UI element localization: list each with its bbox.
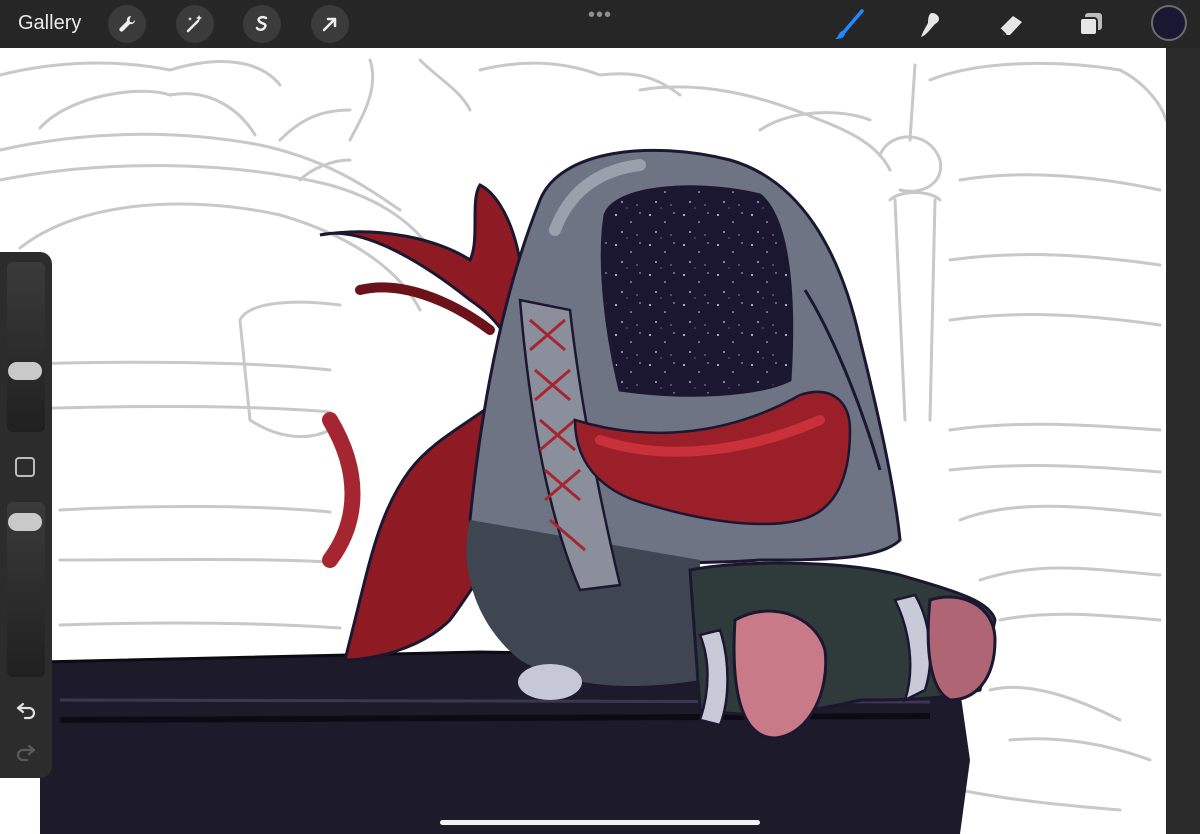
- layers-icon: [1079, 13, 1102, 36]
- eraser-icon: [999, 16, 1022, 36]
- opacity-slider[interactable]: [7, 502, 45, 677]
- transform-button[interactable]: [311, 5, 349, 43]
- opacity-thumb[interactable]: [8, 513, 42, 532]
- eraser-tool-button[interactable]: [994, 8, 1028, 42]
- modify-button[interactable]: [15, 457, 35, 477]
- actions-button[interactable]: [108, 5, 146, 43]
- drawing-canvas[interactable]: [0, 48, 1166, 834]
- selection-icon: [255, 15, 268, 31]
- hooded-figure: [466, 148, 997, 740]
- undo-button[interactable]: [12, 696, 40, 724]
- redo-icon: [16, 744, 36, 762]
- wrench-icon: [119, 15, 136, 32]
- selection-button[interactable]: [243, 5, 281, 43]
- home-indicator[interactable]: [440, 820, 760, 825]
- canvas-edge: [1166, 48, 1200, 834]
- undo-icon: [16, 702, 36, 720]
- color-picker-button[interactable]: [1151, 5, 1187, 41]
- brush-tool-button[interactable]: [832, 8, 866, 42]
- top-toolbar: Gallery •••: [0, 0, 1200, 48]
- transform-arrow-icon: [322, 17, 337, 32]
- artwork: [0, 58, 1166, 834]
- more-options-dots[interactable]: •••: [588, 4, 612, 27]
- adjustments-button[interactable]: [176, 5, 214, 43]
- gallery-button[interactable]: Gallery: [18, 12, 81, 35]
- redo-button[interactable]: [12, 738, 40, 766]
- magic-wand-icon: [186, 15, 202, 33]
- brush-size-thumb[interactable]: [8, 362, 42, 381]
- sidebar: [0, 252, 52, 778]
- layers-button[interactable]: [1074, 8, 1108, 42]
- brush-size-slider[interactable]: [7, 262, 45, 432]
- brush-icon: [835, 9, 864, 39]
- smudge-icon: [921, 13, 939, 37]
- smudge-tool-button[interactable]: [912, 8, 946, 42]
